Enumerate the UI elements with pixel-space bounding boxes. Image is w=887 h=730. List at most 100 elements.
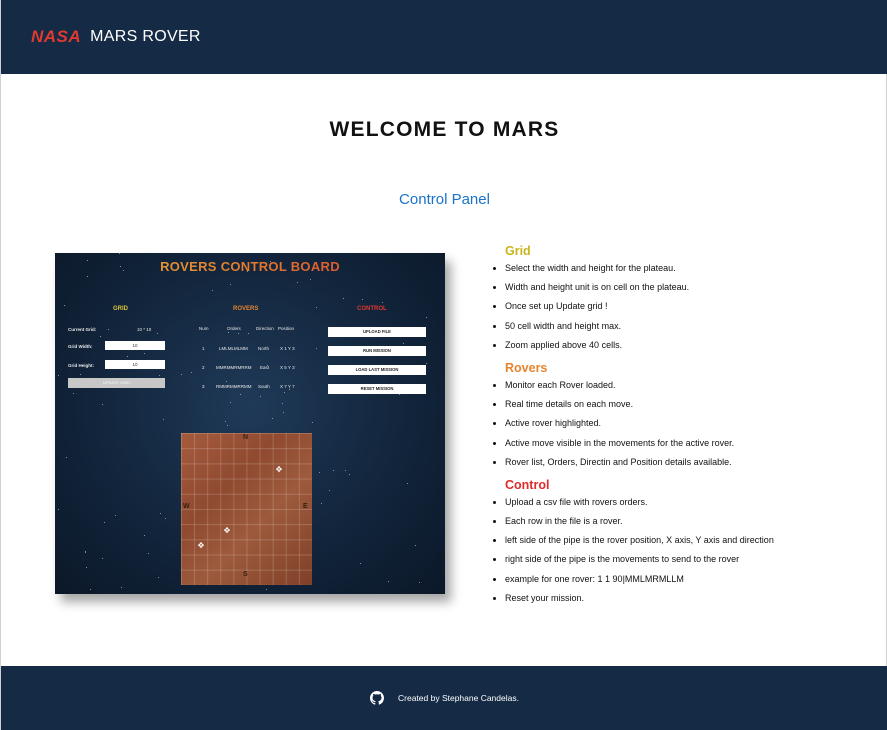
star: [159, 512, 161, 514]
info-control-title: Control: [505, 477, 550, 492]
github-icon[interactable]: [370, 691, 384, 705]
star: [248, 332, 250, 334]
control-panel-link[interactable]: Control Panel: [1, 191, 887, 208]
star: [382, 302, 384, 304]
star: [144, 353, 146, 355]
star: [87, 276, 89, 278]
rover-2-num: 2: [202, 365, 205, 370]
star: [101, 557, 103, 559]
star: [283, 392, 285, 394]
star: [315, 348, 317, 350]
grid-width-input: 10: [105, 341, 165, 350]
info-grid-list: Select the width and height for the plat…: [491, 263, 881, 359]
current-grid-label: Current Grid:: [68, 327, 97, 332]
star: [158, 374, 160, 376]
star: [240, 393, 242, 395]
run-mission-button: RUN MISSION: [328, 346, 426, 356]
plateau-grid: N S W E ✥ ✥ ✥: [181, 433, 312, 585]
star: [315, 306, 317, 308]
page-title: WELCOME TO MARS: [329, 118, 560, 141]
star: [121, 587, 123, 589]
star: [425, 363, 427, 365]
rovers-header-position: Position: [278, 326, 295, 331]
list-item: Active move visible in the movements for…: [491, 438, 881, 457]
star: [406, 482, 408, 484]
board-grid-title: GRID: [113, 306, 128, 312]
star: [225, 421, 227, 423]
star: [85, 566, 87, 568]
star: [310, 278, 312, 280]
star: [57, 374, 59, 376]
upload-file-button: UPLOAD FILE: [328, 327, 426, 337]
star: [321, 502, 323, 504]
list-item: Zoom applied above 40 cells.: [491, 340, 881, 359]
rover-3-num: 3: [202, 384, 205, 389]
star: [157, 333, 159, 335]
star: [349, 474, 351, 476]
list-item: Each row in the file is a rover.: [491, 516, 881, 535]
brand-logo[interactable]: NASA MARS ROVER: [31, 27, 201, 47]
rover-marker-icon: ✥: [223, 526, 231, 535]
rover-marker-icon: ✥: [197, 541, 205, 550]
star: [259, 395, 261, 397]
star: [158, 577, 160, 579]
star: [79, 373, 81, 375]
plateau-cells: [181, 433, 312, 585]
star: [229, 283, 231, 285]
reset-mission-button: RESET MISSION: [328, 384, 426, 394]
board-title: ROVERS CONTROL BOARD: [55, 259, 445, 274]
rover-3-position: X 7 Y 7: [280, 384, 295, 389]
compass-east: E: [303, 503, 308, 510]
star: [343, 297, 345, 299]
info-rovers-title: Rovers: [505, 360, 548, 375]
list-item: Width and height unit is on cell on the …: [491, 282, 881, 301]
footer-credit: Created by Stephane Candelas.: [398, 693, 519, 703]
star: [361, 299, 363, 301]
list-item: example for one rover: 1 1 90|MMLMRMLLM: [491, 574, 881, 593]
grid-height-label: Grid Height:: [68, 363, 94, 368]
rover-1-position: X 1 Y 3: [280, 346, 295, 351]
star: [89, 588, 91, 590]
info-rovers-list: Monitor each Rover loaded. Real time det…: [491, 380, 881, 476]
star: [225, 380, 227, 382]
star: [211, 289, 213, 291]
star: [388, 581, 390, 583]
star: [127, 356, 129, 358]
board-rovers-title: ROVERS: [233, 306, 259, 312]
rover-1-num: 1: [202, 346, 205, 351]
star: [99, 335, 101, 337]
star: [191, 371, 193, 373]
star: [266, 588, 268, 590]
list-item: Upload a csv file with rovers orders.: [491, 497, 881, 516]
star: [118, 253, 120, 255]
compass-north: N: [243, 434, 249, 441]
star: [282, 412, 284, 414]
grid-width-label: Grid Width:: [68, 344, 93, 349]
star: [227, 331, 229, 333]
rover-3-direction: South: [258, 384, 270, 389]
star: [165, 517, 167, 519]
star: [229, 401, 231, 403]
star: [288, 389, 290, 391]
star: [163, 418, 165, 420]
footer: Created by Stephane Candelas.: [1, 666, 887, 730]
star: [73, 392, 75, 394]
star: [58, 509, 60, 511]
compass-west: W: [183, 503, 190, 510]
list-item: Active rover highlighted.: [491, 418, 881, 437]
star: [360, 563, 362, 565]
star: [297, 282, 299, 284]
star: [101, 403, 103, 405]
list-item: Monitor each Rover loaded.: [491, 380, 881, 399]
star: [144, 534, 146, 536]
star: [272, 418, 274, 420]
rovers-header-direction: Direction: [256, 326, 274, 331]
list-item: right side of the pipe is the movements …: [491, 554, 881, 573]
control-board-screenshot[interactable]: ROVERS CONTROL BOARD GRID ROVERS CONTROL…: [55, 253, 445, 594]
list-item: Rover list, Orders, Directin and Positio…: [491, 457, 881, 476]
grid-height-input: 10: [105, 360, 165, 369]
top-navbar: NASA MARS ROVER: [1, 0, 887, 74]
star: [319, 472, 321, 474]
star: [311, 422, 313, 424]
rover-1-orders: LMLMLMLMM: [219, 346, 248, 351]
